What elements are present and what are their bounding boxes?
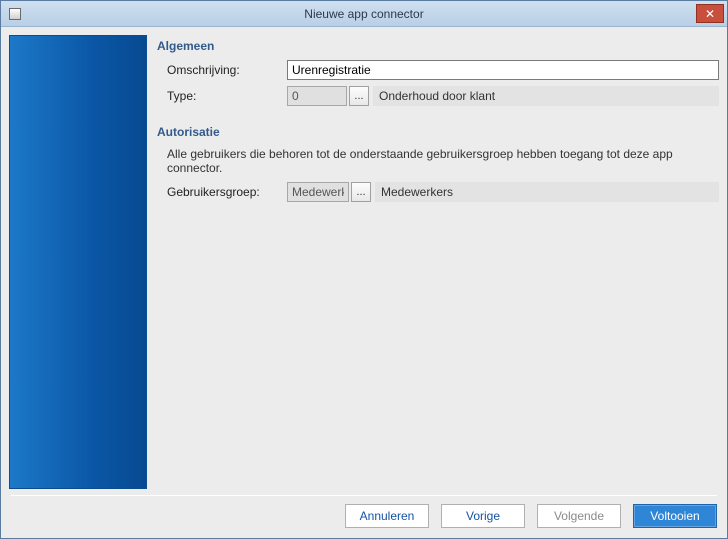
finish-button[interactable]: Voltooien xyxy=(633,504,717,528)
separator xyxy=(11,495,717,496)
auth-help-text: Alle gebruikers die behoren tot de onder… xyxy=(167,147,719,175)
type-lookup-button[interactable]: ... xyxy=(349,86,369,106)
label-type: Type: xyxy=(157,89,287,103)
next-button: Volgende xyxy=(537,504,621,528)
type-readout: Onderhoud door klant xyxy=(373,86,719,106)
row-usergroup: Gebruikersgroep: ... Medewerkers xyxy=(157,182,719,202)
field-description xyxy=(287,60,719,80)
description-input[interactable] xyxy=(287,60,719,80)
wizard-main: Algemeen Omschrijving: Type: ... Onderho… xyxy=(157,35,719,489)
usergroup-input[interactable] xyxy=(287,182,349,202)
section-title-general: Algemeen xyxy=(157,39,719,53)
cancel-button[interactable]: Annuleren xyxy=(345,504,429,528)
row-description: Omschrijving: xyxy=(157,60,719,80)
type-input[interactable] xyxy=(287,86,347,106)
row-type: Type: ... Onderhoud door klant xyxy=(157,86,719,106)
wizard-window: Nieuwe app connector ✕ Algemeen Omschrij… xyxy=(0,0,728,539)
wizard-body: Algemeen Omschrijving: Type: ... Onderho… xyxy=(1,27,727,489)
close-button[interactable]: ✕ xyxy=(696,4,724,23)
field-usergroup: ... Medewerkers xyxy=(287,182,719,202)
button-bar-area: Annuleren Vorige Volgende Voltooien xyxy=(1,489,727,538)
section-title-auth: Autorisatie xyxy=(157,125,719,139)
section-gap xyxy=(157,109,719,123)
button-bar: Annuleren Vorige Volgende Voltooien xyxy=(11,504,717,528)
system-menu-icon[interactable] xyxy=(9,8,21,20)
label-usergroup: Gebruikersgroep: xyxy=(157,185,287,199)
client-area: Algemeen Omschrijving: Type: ... Onderho… xyxy=(1,27,727,538)
usergroup-readout: Medewerkers xyxy=(375,182,719,202)
wizard-sidebar-image xyxy=(9,35,147,489)
field-type: ... Onderhoud door klant xyxy=(287,86,719,106)
label-description: Omschrijving: xyxy=(157,63,287,77)
titlebar: Nieuwe app connector ✕ xyxy=(1,1,727,27)
usergroup-lookup-button[interactable]: ... xyxy=(351,182,371,202)
close-icon: ✕ xyxy=(705,8,715,20)
window-title: Nieuwe app connector xyxy=(1,7,727,21)
back-button[interactable]: Vorige xyxy=(441,504,525,528)
